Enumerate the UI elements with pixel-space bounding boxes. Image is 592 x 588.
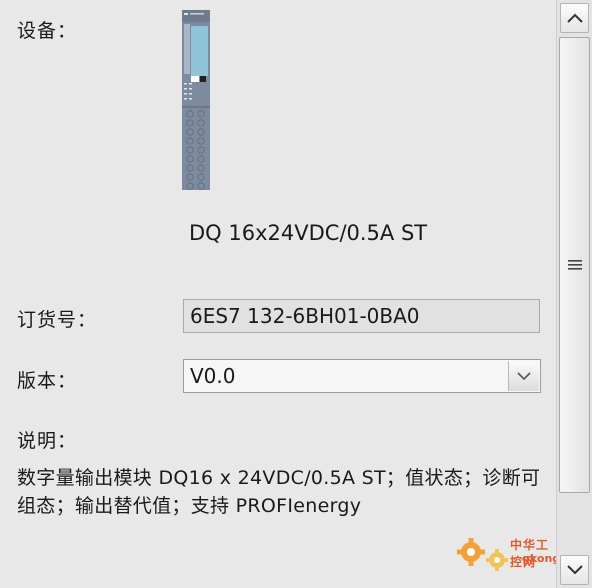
module-title: DQ 16x24VDC/0.5A ST <box>189 221 428 245</box>
version-dropdown-button[interactable] <box>508 361 539 391</box>
order-number-label: 订货号： <box>17 309 98 331</box>
description-text: 数字量输出模块 DQ16 x 24VDC/0.5A ST；值状态；诊断可组态；输… <box>17 467 541 517</box>
version-select[interactable]: V0.0 <box>183 359 541 393</box>
vertical-scrollbar[interactable] <box>556 0 592 588</box>
chevron-down-icon <box>566 565 583 575</box>
version-label: 版本： <box>17 370 78 392</box>
scroll-down-button[interactable] <box>560 555 589 585</box>
properties-panel: 设备： DQ 16x24VDC/0.5A ST 订货号： 6ES7 132-6B… <box>0 0 590 588</box>
scroll-thumb[interactable] <box>559 37 590 493</box>
description-label: 说明： <box>17 430 78 452</box>
device-label: 设备： <box>17 20 78 42</box>
device-module-image <box>182 10 210 190</box>
scroll-up-button[interactable] <box>560 3 589 33</box>
chevron-up-icon <box>566 13 583 23</box>
version-value: V0.0 <box>190 364 236 388</box>
triangle-down-icon <box>517 372 531 380</box>
order-number-field[interactable]: 6ES7 132-6BH01-0BA0 <box>183 299 540 333</box>
grip-icon <box>567 260 582 270</box>
